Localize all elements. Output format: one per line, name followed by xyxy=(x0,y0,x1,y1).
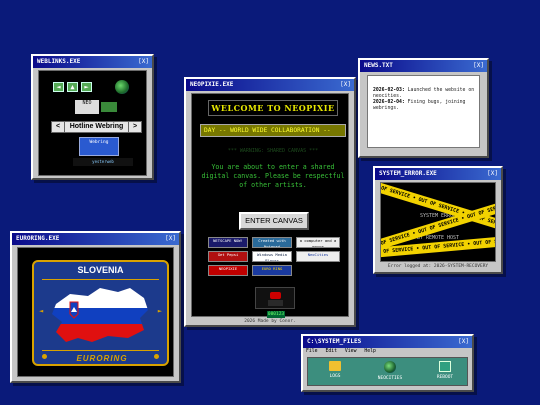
neopixie-footer: 2026 Made by Conor. xyxy=(244,319,296,324)
files-area: LOGS NEOCITIES REBOOT xyxy=(307,357,468,386)
news-close-button[interactable]: [X] xyxy=(473,60,484,72)
web-badge[interactable]: Created with Notepad xyxy=(252,237,292,248)
web-badge[interactable]: a computer and a mouse xyxy=(296,237,340,248)
files-titlebar[interactable]: C:\SYSTEM_FILES [X] xyxy=(303,336,472,348)
dim-notice: *** WARNING: SHARED CANVAS *** xyxy=(227,148,319,154)
divider xyxy=(42,279,159,280)
neopixie-window: NEOPIXIE.EXE [X] WELCOME TO NEOPIXIE DAY… xyxy=(184,77,356,327)
system-files-window: C:\SYSTEM_FILES [X] File Edit View Help … xyxy=(301,334,474,392)
globe-icon xyxy=(384,361,396,373)
welcome-heading: WELCOME TO NEOPIXIE xyxy=(208,100,338,116)
system-error-window: SYSTEM_ERROR.EXE [X] SYSTEM ERROR BY REM… xyxy=(373,166,503,274)
web-badge[interactable]: NETSCAPE NOW! xyxy=(208,237,248,248)
canvas-warning-text: You are about to enter a shared digital … xyxy=(201,163,345,189)
reboot-label: REBOOT xyxy=(436,375,454,380)
menu-edit[interactable]: Edit xyxy=(325,349,337,354)
earth-icon[interactable] xyxy=(115,80,129,94)
news-title: NEWS.TXT xyxy=(364,62,393,69)
euroring-window: EURORING.EXE [X] SLOVENIA ◄ ► EURORING xyxy=(10,231,181,383)
news-entry: 2026-02-04: Fixing bugs, joining webring… xyxy=(373,100,475,112)
slovenia-map-icon xyxy=(52,288,148,342)
menu-help[interactable]: Help xyxy=(364,349,376,354)
neo-badge-label: NEO xyxy=(82,100,92,106)
euroring-next-button[interactable]: ► xyxy=(158,307,162,315)
files-close-button[interactable]: [X] xyxy=(458,336,469,348)
neocities-item[interactable]: NEOCITIES xyxy=(370,361,410,381)
weblinks-titlebar[interactable]: WEBLINKS.EXE [X] xyxy=(33,56,152,68)
hotline-webring: < Hotline Webring > xyxy=(51,121,142,133)
neopixie-content: WELCOME TO NEOPIXIE DAY -- WORLD WIDE CO… xyxy=(191,93,349,318)
error-log-text: Error logged at: 2026-SYSTEM-RECOVERY xyxy=(387,264,489,269)
error-titlebar[interactable]: SYSTEM_ERROR.EXE [X] xyxy=(375,168,501,180)
arrow-up-icon[interactable]: ▲ xyxy=(67,82,78,92)
divider xyxy=(42,350,159,351)
webring-badge-label: Webring xyxy=(89,140,109,145)
euro-dot-icon xyxy=(154,354,159,359)
web-badge[interactable]: EURO RING xyxy=(252,265,292,276)
news-titlebar[interactable]: NEWS.TXT [X] xyxy=(360,60,487,72)
marquee-ticker: DAY -- WORLD WIDE COLLABORATION -- xyxy=(200,124,346,137)
enter-canvas-button[interactable]: ENTER CANVAS xyxy=(239,212,309,230)
reboot-item[interactable]: REBOOT xyxy=(425,361,465,380)
hit-counter: 000123 xyxy=(267,311,285,318)
webring-label[interactable]: Hotline Webring xyxy=(65,122,128,132)
webring-badge[interactable]: Webring xyxy=(79,137,119,156)
news-content: 2026-02-03: Launched the website on neoc… xyxy=(367,75,480,148)
euro-dot-icon xyxy=(42,354,47,359)
euroring-card[interactable]: SLOVENIA ◄ ► EURORING xyxy=(32,260,169,366)
news-entry-date: 2026-02-04: xyxy=(373,100,405,105)
webring-next-button[interactable]: > xyxy=(128,122,141,132)
web-badge[interactable]: Get Pepsi xyxy=(208,251,248,262)
neocities-label: NEOCITIES xyxy=(377,376,403,381)
error-close-button[interactable]: [X] xyxy=(487,168,498,180)
arrow-right-icon[interactable]: ► xyxy=(81,82,92,92)
neopixie-titlebar[interactable]: NEOPIXIE.EXE [X] xyxy=(186,79,354,91)
yesterweb-badge[interactable]: yesterweb xyxy=(73,158,133,166)
reboot-icon xyxy=(439,361,451,372)
euroring-titlebar[interactable]: EURORING.EXE [X] xyxy=(12,233,179,245)
euroring-close-button[interactable]: [X] xyxy=(165,233,176,245)
menu-file[interactable]: File xyxy=(306,349,318,354)
web-badge[interactable]: NeoCities xyxy=(296,251,340,262)
weblinks-window: WEBLINKS.EXE [X] ◄ ▲ ► NEO < Hotline Web… xyxy=(31,54,154,180)
yesterweb-badge-label: yesterweb xyxy=(92,159,114,164)
tv-icon xyxy=(255,287,295,309)
logs-item[interactable]: LOGS xyxy=(315,361,355,379)
error-title: SYSTEM_ERROR.EXE xyxy=(379,170,437,177)
weblinks-title: WEBLINKS.EXE xyxy=(37,58,81,65)
euroring-title: EURORING.EXE xyxy=(16,235,60,242)
news-entry-date: 2026-02-03: xyxy=(373,88,405,93)
news-entry: 2026-02-03: Launched the website on neoc… xyxy=(373,88,475,100)
error-content: SYSTEM ERROR BY REMOTE HOST OUT OF SERVI… xyxy=(380,182,496,262)
country-name: SLOVENIA xyxy=(77,265,124,275)
folder-icon xyxy=(329,361,341,371)
arrow-left-icon[interactable]: ◄ xyxy=(53,82,64,92)
web-badge[interactable]: NEOPIXIE xyxy=(208,265,248,276)
web-badge[interactable]: Windows Media Player xyxy=(252,251,292,262)
neopixie-title: NEOPIXIE.EXE xyxy=(190,81,234,88)
euroring-content: SLOVENIA ◄ ► EURORING xyxy=(17,247,174,377)
menu-view[interactable]: View xyxy=(345,349,357,354)
files-menubar: File Edit View Help xyxy=(303,348,472,356)
euroring-prev-button[interactable]: ◄ xyxy=(39,307,43,315)
nav-arrows: ◄ ▲ ► xyxy=(53,82,92,92)
neo-badge[interactable]: NEO xyxy=(75,100,99,114)
logs-label: LOGS xyxy=(329,374,341,379)
green-badge[interactable] xyxy=(101,102,117,112)
neopixie-close-button[interactable]: [X] xyxy=(340,79,351,91)
news-window: NEWS.TXT [X] 2026-02-03: Launched the we… xyxy=(358,58,489,158)
webring-prev-button[interactable]: < xyxy=(52,122,65,132)
weblinks-close-button[interactable]: [X] xyxy=(138,56,149,68)
euroring-logo: EURORING xyxy=(76,354,128,363)
files-title: C:\SYSTEM_FILES xyxy=(307,338,362,345)
